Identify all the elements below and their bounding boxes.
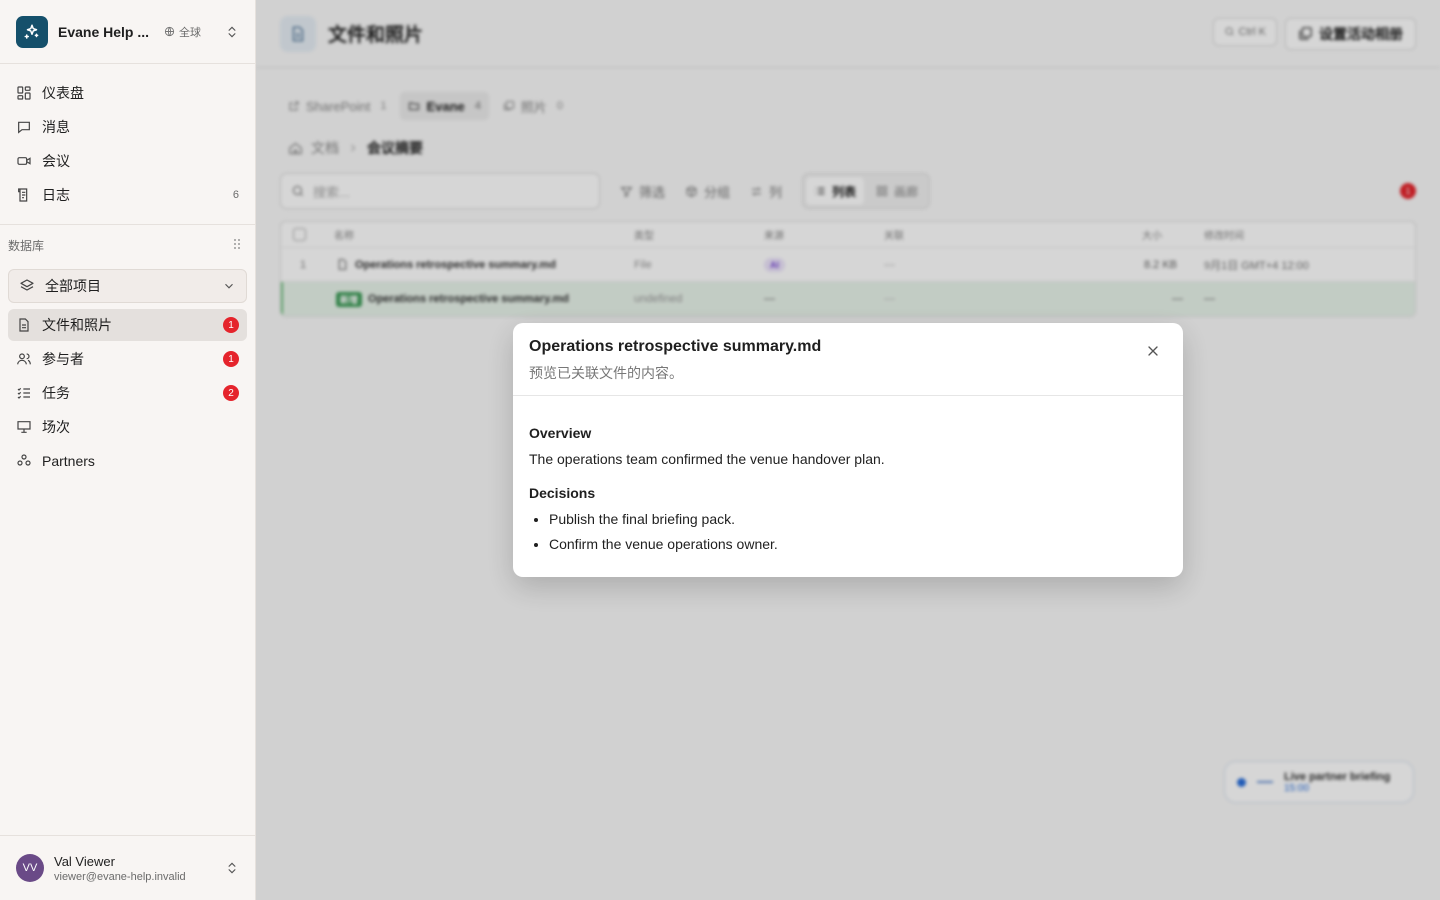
- file-preview-dialog: Operations retrospective summary.md 预览已关…: [513, 323, 1183, 577]
- decisions-heading: Decisions: [529, 485, 596, 501]
- nav-item-label: 日志: [42, 187, 70, 203]
- user-email: viewer@evane-help.invalid: [54, 870, 186, 883]
- workspace-switch-icon[interactable]: [225, 25, 239, 39]
- nav-item-label: 仪表盘: [42, 85, 84, 101]
- database-section-header: 数据库: [0, 225, 255, 265]
- list-item: Publish the final briefing pack.: [549, 511, 1167, 527]
- database-section-label: 数据库: [8, 238, 45, 253]
- globe-icon: [164, 26, 175, 37]
- database-item-label: 任务: [42, 385, 70, 401]
- list-item: Confirm the venue operations owner.: [549, 536, 1167, 552]
- count-badge: 1: [223, 351, 239, 367]
- log-icon: [18, 188, 28, 202]
- database-item-partners[interactable]: Partners: [8, 445, 247, 477]
- count-badge: 2: [223, 385, 239, 401]
- database-item-sessions[interactable]: 场次: [8, 411, 247, 443]
- message-icon: [18, 121, 30, 134]
- dialog-header: Operations retrospective summary.md 预览已关…: [513, 323, 1183, 396]
- main-nav: 仪表盘 消息 会议 日志 6: [0, 64, 255, 225]
- overview-text: The operations team confirmed the venue …: [529, 451, 885, 467]
- database-select[interactable]: 全部项目: [8, 269, 247, 303]
- chevron-down-icon: [225, 283, 233, 289]
- workspace-header[interactable]: Evane Help ... 全球: [0, 0, 255, 64]
- dialog-subtitle: 预览已关联文件的内容。: [529, 365, 683, 381]
- decisions-list: Publish the final briefing pack. Confirm…: [549, 511, 1167, 552]
- database-item-participants[interactable]: 参与者 1: [8, 343, 247, 375]
- user-name: Val Viewer: [54, 853, 115, 869]
- sidebar: Evane Help ... 全球 仪表盘 消息 会议 日志 6 数据库 全部项…: [0, 0, 256, 900]
- partners-icon: [17, 454, 31, 466]
- workspace-scope[interactable]: 全球: [164, 24, 201, 40]
- dialog-body: Overview The operations team confirmed t…: [513, 396, 1183, 552]
- database-item-label: Partners: [42, 453, 95, 469]
- database-select-value: 全部项目: [45, 278, 101, 294]
- nav-item-messages[interactable]: 消息: [8, 110, 247, 144]
- database-item-tasks[interactable]: 任务 2: [8, 377, 247, 409]
- database-list: 文件和照片 1 参与者 1 任务 2 场次 Partners: [0, 309, 255, 477]
- users-icon: [17, 353, 31, 365]
- video-icon: [17, 157, 31, 165]
- dialog-title: Operations retrospective summary.md: [529, 338, 822, 355]
- nav-item-log[interactable]: 日志 6: [8, 178, 247, 212]
- database-item-label: 场次: [42, 419, 70, 435]
- database-item-label: 文件和照片: [42, 317, 112, 333]
- overview-heading: Overview: [529, 425, 592, 441]
- workspace-logo-icon: [16, 15, 48, 48]
- avatar: VV: [16, 854, 44, 882]
- workspace-name: Evane Help ...: [58, 23, 150, 40]
- nav-item-label: 会议: [42, 153, 70, 169]
- presentation-icon: [17, 421, 31, 433]
- nav-item-count: 6: [232, 189, 239, 201]
- drag-handle-icon[interactable]: [233, 238, 241, 253]
- count-badge: 1: [223, 317, 239, 333]
- nav-item-dashboard[interactable]: 仪表盘: [8, 76, 247, 110]
- dashboard-icon: [17, 86, 31, 100]
- checklist-icon: [17, 387, 30, 399]
- user-switch-icon: [228, 862, 236, 874]
- file-icon: [19, 318, 29, 332]
- user-menu[interactable]: VV Val Viewer viewer@evane-help.invalid: [0, 835, 255, 900]
- close-icon[interactable]: [1145, 343, 1161, 359]
- database-item-files-photos[interactable]: 文件和照片 1: [8, 309, 247, 341]
- workspace-scope-label: 全球: [179, 26, 201, 39]
- nav-item-meetings[interactable]: 会议: [8, 144, 247, 178]
- database-item-label: 参与者: [42, 351, 84, 367]
- nav-item-label: 消息: [42, 119, 70, 135]
- layers-icon: [20, 279, 34, 291]
